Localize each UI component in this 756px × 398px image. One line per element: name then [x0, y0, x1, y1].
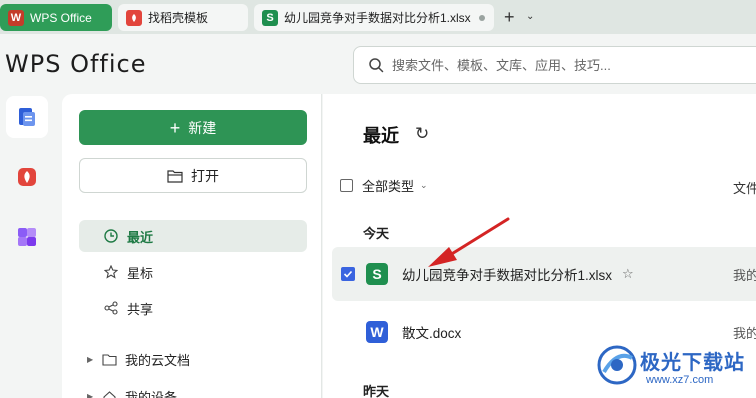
sidebar-item-recent[interactable]: 最近: [79, 220, 307, 252]
document-icon: W: [366, 321, 388, 343]
app-logo: WPS Office: [5, 50, 147, 78]
tab-wps-office[interactable]: W WPS Office: [0, 4, 112, 31]
tab-label: 幼儿园竞争对手数据对比分析1.xlsx: [284, 11, 471, 25]
tree-item-cloud-docs[interactable]: ▶ 我的云文档: [87, 347, 190, 371]
tab-label: WPS Office: [30, 10, 92, 25]
sidebar-item-shared[interactable]: 共享: [79, 292, 307, 324]
file-name[interactable]: 散文.docx: [402, 322, 461, 342]
daoke-icon: [126, 9, 142, 26]
new-tab-button[interactable]: +: [504, 8, 515, 26]
wps-logo-icon: W: [8, 9, 24, 26]
device-icon: [101, 388, 117, 398]
clock-icon: [103, 228, 119, 244]
rail-documents[interactable]: [6, 96, 48, 138]
group-label-yesterday: 昨天: [363, 384, 390, 398]
row-checkbox-checked[interactable]: [341, 267, 355, 281]
watermark-logo-icon: [597, 345, 637, 385]
rail-apps[interactable]: [6, 216, 48, 258]
group-label-today: 今天: [363, 226, 390, 241]
rail-daoke[interactable]: [6, 156, 48, 198]
open-button[interactable]: 打开: [79, 158, 307, 193]
watermark-url: www.xz7.com: [646, 374, 714, 386]
tab-label: 找稻壳模板: [148, 11, 209, 25]
tab-daoke-templates[interactable]: 找稻壳模板: [118, 4, 248, 31]
sidebar-item-starred[interactable]: 星标: [79, 256, 307, 288]
star-icon[interactable]: ☆: [622, 266, 634, 282]
tab-bar: W WPS Office 找稻壳模板 S 幼儿园竞争对手数据对比分析1.xlsx…: [0, 0, 756, 34]
sidebar-item-label: 最近: [127, 229, 154, 245]
share-icon: [103, 300, 119, 316]
tree-item-label: 我的云文档: [125, 352, 191, 368]
sidebar-item-label: 共享: [127, 301, 154, 317]
row-checkbox[interactable]: [341, 325, 355, 339]
sidebar: + 新建 打开 最近 星标 共享 ▶ 我的云文档 ▶ 我的设备: [62, 94, 322, 398]
tab-spreadsheet-file[interactable]: S 幼儿园竞争对手数据对比分析1.xlsx: [254, 4, 494, 31]
select-all-checkbox[interactable]: [340, 179, 353, 192]
sidebar-item-label: 星标: [127, 265, 154, 281]
app-rail: [0, 94, 52, 398]
plus-icon: +: [169, 117, 181, 138]
chevron-down-icon: ⌄: [420, 180, 428, 190]
tree-item-label: 我的设备: [125, 389, 178, 398]
file-name[interactable]: 幼儿园竞争对手数据对比分析1.xlsx: [402, 264, 612, 284]
cloud-folder-icon: [101, 351, 117, 367]
search-input[interactable]: [392, 57, 692, 73]
filter-label: 全部类型: [362, 179, 415, 194]
type-filter[interactable]: 全部类型 ⌄: [340, 176, 428, 195]
star-icon: [103, 264, 119, 280]
file-location: 我的: [733, 325, 756, 341]
daoke-icon: [18, 168, 36, 186]
tree-item-devices[interactable]: ▶ 我的设备: [87, 384, 177, 398]
documents-icon: [19, 108, 35, 126]
file-location: 我的: [733, 267, 756, 283]
unsaved-dot-icon[interactable]: [478, 14, 485, 21]
spreadsheet-icon: S: [366, 263, 388, 285]
chevron-down-icon[interactable]: ⌄: [526, 11, 534, 22]
watermark-title: 极光下载站: [640, 352, 745, 374]
page-title: 最近: [363, 126, 399, 146]
caret-right-icon[interactable]: ▶: [87, 392, 95, 398]
watermark: 极光下载站 www.xz7.com: [596, 340, 756, 398]
column-header-file[interactable]: 文件: [733, 178, 756, 197]
refresh-icon[interactable]: ↻: [415, 124, 429, 144]
apps-icon: [18, 228, 36, 246]
spreadsheet-icon: S: [262, 9, 278, 26]
search-box[interactable]: [353, 46, 756, 84]
caret-right-icon[interactable]: ▶: [87, 355, 95, 364]
file-row[interactable]: S 幼儿园竞争对手数据对比分析1.xlsx ☆ 我的: [332, 247, 756, 301]
open-button-label: 打开: [191, 167, 219, 184]
search-icon: [369, 58, 384, 73]
new-button-label: 新建: [188, 119, 217, 136]
folder-open-icon: [167, 169, 183, 183]
header: WPS Office: [0, 34, 756, 94]
new-button[interactable]: + 新建: [79, 110, 307, 145]
